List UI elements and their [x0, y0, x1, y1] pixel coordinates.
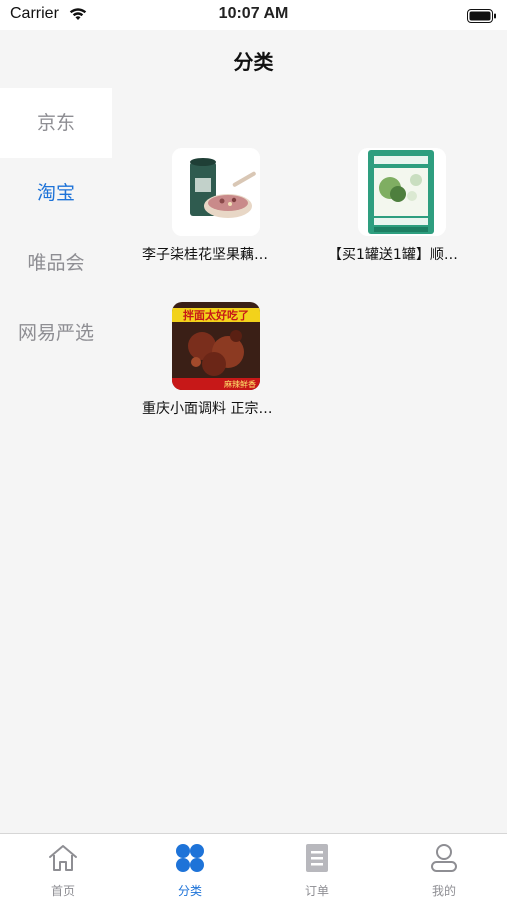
- tab-category[interactable]: 分类: [127, 834, 253, 900]
- tab-label: 首页: [50, 884, 75, 898]
- tab-label: 订单: [304, 884, 329, 898]
- lotus-root-powder-product-image: [172, 148, 260, 236]
- sidebar-item-vip[interactable]: 唯品会: [0, 228, 112, 298]
- noodle-seasoning-product-image: 拌面太好吃了 麻辣鲜香: [172, 302, 260, 390]
- tea-can-product-image: [358, 148, 446, 236]
- tab-label: 分类: [177, 884, 202, 898]
- page-title: 分类: [233, 50, 274, 74]
- product-name: 【买1罐送1罐】顺…: [328, 247, 458, 263]
- battery-icon: [467, 8, 497, 27]
- category-sidebar: 京东 淘宝 唯品会 网易严选: [0, 88, 112, 833]
- seasoning-tag-text: 麻辣鲜香: [224, 379, 256, 389]
- tab-orders[interactable]: 订单: [254, 834, 380, 900]
- status-time: 10:07 AM: [218, 5, 289, 22]
- product-grid: 李子柒桂花坚果藕… 【买1罐送1罐】顺… 拌面太好吃了 麻辣鲜香 重庆小面调料 …: [112, 88, 507, 833]
- product-name: 李子柒桂花坚果藕…: [142, 247, 268, 263]
- tab-bar: 首页 分类 订单 我的: [0, 833, 507, 900]
- sidebar-item-taobao[interactable]: 淘宝: [0, 158, 112, 228]
- tab-home[interactable]: 首页: [0, 834, 126, 900]
- status-bar: Carrier 10:07 AM: [0, 0, 507, 30]
- navigation-bar: 分类: [0, 30, 507, 88]
- seasoning-banner-text: 拌面太好吃了: [183, 308, 249, 322]
- sidebar-item-jd[interactable]: 京东: [0, 88, 112, 158]
- tab-label: 我的: [431, 884, 456, 898]
- sidebar-item-netease[interactable]: 网易严选: [0, 298, 112, 368]
- product-name: 重庆小面调料 正宗…: [142, 401, 273, 417]
- tab-profile[interactable]: 我的: [381, 834, 507, 900]
